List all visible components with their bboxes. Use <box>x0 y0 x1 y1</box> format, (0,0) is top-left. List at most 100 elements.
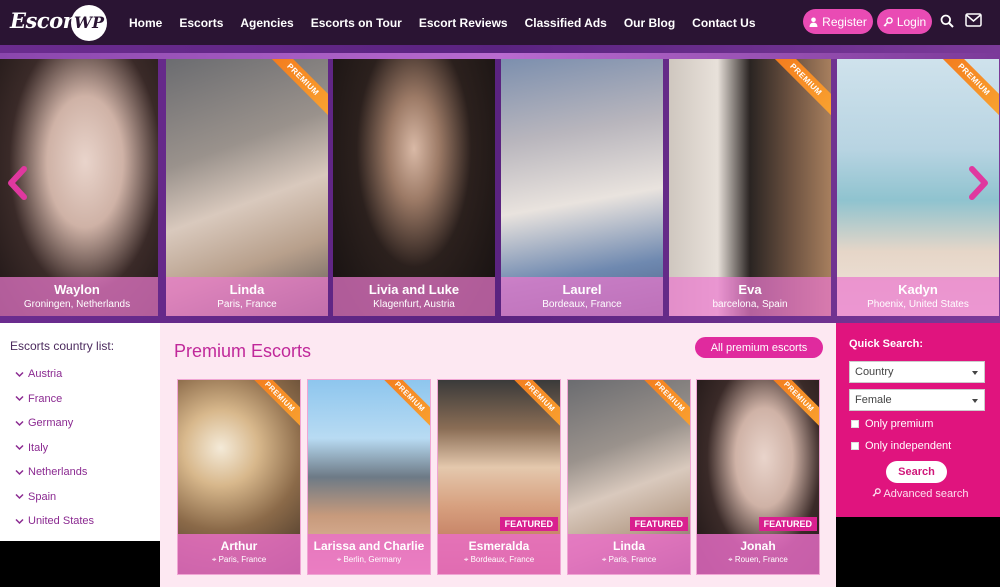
escort-name: Laurel <box>562 282 602 297</box>
checkbox-box[interactable] <box>851 442 859 450</box>
card-caption: Linda ⌖ Paris, France <box>568 534 690 574</box>
slide-caption: Laurel Bordeaux, France <box>501 277 663 316</box>
slide-caption: Eva barcelona, Spain <box>669 277 831 316</box>
premium-ribbon: PREMIUM <box>248 380 300 432</box>
premium-ribbon: PREMIUM <box>378 380 430 432</box>
slide-caption: Kadyn Phoenix, United States <box>837 277 999 316</box>
chevron-down-icon <box>15 371 24 377</box>
login-button[interactable]: Login <box>877 9 932 34</box>
escort-carousel: Waylon Groningen, Netherlands PREMIUM Li… <box>0 45 1000 323</box>
carousel-slide[interactable]: PREMIUM Eva barcelona, Spain <box>669 59 831 316</box>
chevron-down-icon <box>15 420 24 426</box>
chevron-down-icon <box>15 494 24 500</box>
country-list: Austria France Germany Italy Netherlands… <box>15 362 94 534</box>
quick-search-button[interactable]: Search <box>886 461 947 483</box>
slide-caption: Waylon Groningen, Netherlands <box>0 277 158 316</box>
all-premium-button[interactable]: All premium escorts <box>695 337 823 358</box>
card-caption: Larissa and Charlie ⌖ Berlin, Germany <box>308 534 430 574</box>
featured-badge: FEATURED <box>499 517 558 531</box>
escort-card[interactable]: PREMIUM FEATURED Esmeralda ⌖ Bordeaux, F… <box>437 379 561 575</box>
country-select[interactable]: Country <box>849 361 985 383</box>
escort-name: Jonah <box>740 539 776 553</box>
escort-location: barcelona, Spain <box>712 299 788 310</box>
advanced-search-link[interactable]: Advanced search <box>872 488 968 500</box>
premium-ribbon: PREMIUM <box>638 380 690 432</box>
escort-card[interactable]: PREMIUM FEATURED Jonah ⌖ Rouen, France <box>696 379 820 575</box>
chevron-down-icon <box>15 518 24 524</box>
user-icon <box>809 17 818 27</box>
nav-classified-ads[interactable]: Classified Ads <box>525 16 607 30</box>
card-caption: Jonah ⌖ Rouen, France <box>697 534 819 574</box>
nav-escorts[interactable]: Escorts <box>179 16 223 30</box>
carousel-next-arrow-icon[interactable] <box>965 165 991 201</box>
site-logo[interactable]: Escort WP <box>8 4 108 42</box>
quick-search-panel: Quick Search: Country Female Only premiu… <box>836 323 1000 517</box>
nav-agencies[interactable]: Agencies <box>240 16 293 30</box>
slide-caption: Linda Paris, France <box>166 277 328 316</box>
featured-badge: FEATURED <box>629 517 688 531</box>
only-independent-checkbox[interactable]: Only independent <box>851 440 951 452</box>
country-link-spain[interactable]: Spain <box>15 485 94 510</box>
escort-name: Esmeralda <box>468 539 530 553</box>
nav-contact-us[interactable]: Contact Us <box>692 16 755 30</box>
carousel-slide[interactable]: Laurel Bordeaux, France <box>501 59 663 316</box>
escort-name: Linda <box>613 539 645 553</box>
nav-home[interactable]: Home <box>129 16 162 30</box>
key-icon <box>872 488 881 497</box>
country-link-netherlands[interactable]: Netherlands <box>15 460 94 485</box>
escort-location: Phoenix, United States <box>867 299 969 310</box>
search-icon[interactable] <box>940 14 954 28</box>
escort-location: Klagenfurt, Austria <box>373 299 455 310</box>
escort-name: Kadyn <box>898 282 938 297</box>
country-link-austria[interactable]: Austria <box>15 362 94 387</box>
top-header: Escort WP Home Escorts Agencies Escorts … <box>0 0 1000 45</box>
nav-our-blog[interactable]: Our Blog <box>624 16 675 30</box>
escort-card[interactable]: PREMIUM Larissa and Charlie ⌖ Berlin, Ge… <box>307 379 431 575</box>
key-icon <box>883 16 893 26</box>
premium-section: Premium Escorts All premium escorts PREM… <box>160 323 836 587</box>
carousel-slide[interactable]: PREMIUM Linda Paris, France <box>166 59 328 316</box>
login-label: Login <box>896 14 927 29</box>
premium-ribbon: PREMIUM <box>771 59 831 119</box>
escort-location: Groningen, Netherlands <box>23 299 131 310</box>
register-button[interactable]: Register <box>803 9 873 34</box>
country-link-united-states[interactable]: United States <box>15 509 94 534</box>
escort-name: Linda <box>229 282 265 297</box>
quick-search-heading: Quick Search: <box>849 338 923 350</box>
escort-location: Paris, France <box>217 299 277 310</box>
escort-location: Bordeaux, France <box>542 299 622 310</box>
escort-card[interactable]: PREMIUM FEATURED Linda ⌖ Paris, France <box>567 379 691 575</box>
card-caption: Arthur ⌖ Paris, France <box>178 534 300 574</box>
escort-location: ⌖ Berlin, Germany <box>336 555 402 564</box>
country-link-france[interactable]: France <box>15 387 94 412</box>
card-caption: Esmeralda ⌖ Bordeaux, France <box>438 534 560 574</box>
escort-name: Waylon <box>54 282 100 297</box>
checkbox-box[interactable] <box>851 420 859 428</box>
mail-icon[interactable] <box>965 13 982 27</box>
chevron-down-icon <box>15 445 24 451</box>
carousel-prev-arrow-icon[interactable] <box>5 165 31 201</box>
escort-location: ⌖ Paris, France <box>601 555 657 564</box>
gender-select[interactable]: Female <box>849 389 985 411</box>
escort-name: Livia and Luke <box>368 282 460 297</box>
caret-down-icon <box>972 371 978 375</box>
escort-name: Larissa and Charlie <box>313 539 425 553</box>
nav-escort-reviews[interactable]: Escort Reviews <box>419 16 508 30</box>
country-link-germany[interactable]: Germany <box>15 411 94 436</box>
escort-name: Arthur <box>220 539 258 553</box>
nav-escorts-on-tour[interactable]: Escorts on Tour <box>311 16 402 30</box>
chevron-down-icon <box>15 469 24 475</box>
premium-ribbon: PREMIUM <box>268 59 328 119</box>
register-label: Register <box>822 14 867 29</box>
carousel-slide[interactable]: Livia and Luke Klagenfurt, Austria <box>333 59 495 316</box>
main-nav: Home Escorts Agencies Escorts on Tour Es… <box>129 0 773 45</box>
only-premium-checkbox[interactable]: Only premium <box>851 418 933 430</box>
escort-location: ⌖ Rouen, France <box>728 555 788 564</box>
section-title: Premium Escorts <box>174 341 312 361</box>
country-link-italy[interactable]: Italy <box>15 436 94 461</box>
escort-card[interactable]: PREMIUM Arthur ⌖ Paris, France <box>177 379 301 575</box>
country-list-heading: Escorts country list: <box>10 339 115 353</box>
premium-ribbon: PREMIUM <box>767 380 819 432</box>
slide-caption: Livia and Luke Klagenfurt, Austria <box>333 277 495 316</box>
caret-down-icon <box>972 399 978 403</box>
